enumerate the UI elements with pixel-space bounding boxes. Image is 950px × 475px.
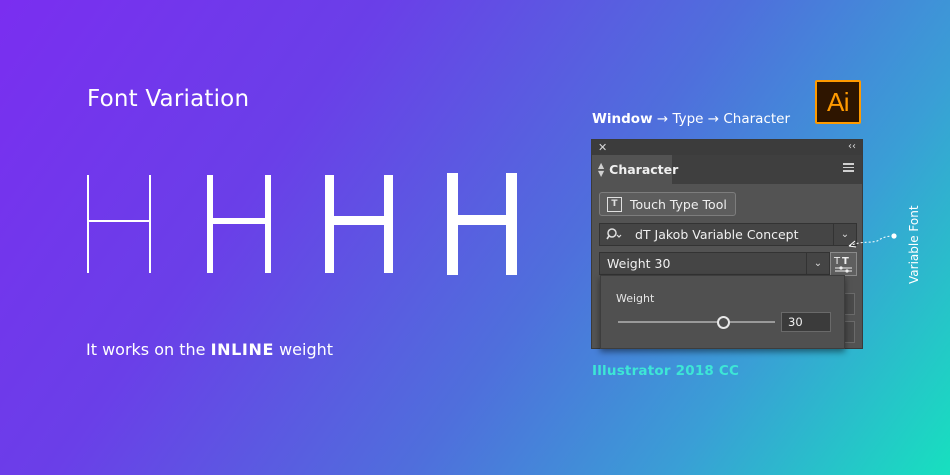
caption: It works on the INLINE weight (86, 340, 333, 359)
caption-suffix: weight (274, 340, 334, 359)
glyph-h-regular (325, 175, 393, 273)
obscured-field-edge (845, 321, 855, 343)
weight-slider-track[interactable] (618, 321, 775, 323)
touch-type-tool-button[interactable]: T Touch Type Tool (599, 192, 736, 216)
caption-prefix: It works on the (86, 340, 211, 359)
variable-font-button[interactable]: T T (830, 252, 857, 276)
glyph-h-thin (87, 175, 151, 273)
variable-font-icon: T T (833, 256, 852, 273)
collapse-icon[interactable]: ‹‹ (848, 141, 856, 152)
panel-tabbar: ▲ ▼ Character (592, 155, 862, 184)
variable-font-label: Variable Font (907, 205, 921, 284)
font-style-value: Weight 30 (607, 256, 671, 271)
character-panel: ✕ ‹‹ ▲ ▼ Character T Touch Type Tool dT J… (591, 139, 863, 349)
breadcrumb-character: Character (723, 111, 791, 127)
search-icon (606, 228, 622, 240)
variable-font-annotation: Variable Font (848, 205, 921, 284)
close-icon[interactable]: ✕ (598, 141, 607, 154)
font-family-field[interactable]: dT Jakob Variable Concept ⌄ (599, 223, 857, 246)
chevron-down-icon[interactable]: ⌄ (833, 224, 856, 245)
caption-emphasis: INLINE (210, 340, 274, 359)
breadcrumb-separator: → (707, 111, 720, 127)
touch-type-label: Touch Type Tool (630, 196, 727, 212)
font-family-value: dT Jakob Variable Concept (635, 227, 799, 242)
font-style-field[interactable]: Weight 30 ⌄ (599, 252, 830, 275)
breadcrumb-separator: → (656, 111, 669, 127)
obscured-field-edge (845, 293, 855, 315)
breadcrumb-type: Type (672, 111, 704, 127)
touch-type-icon: T (607, 196, 622, 212)
illustrator-logo: Ai (815, 80, 861, 124)
expand-arrows-icon[interactable]: ▲ ▼ (598, 161, 604, 178)
glyph-h-bold (447, 173, 517, 275)
tab-character[interactable]: ▲ ▼ Character (592, 155, 678, 184)
weight-slider-thumb[interactable] (716, 316, 730, 329)
tab-label: Character (609, 162, 679, 177)
weight-value-input[interactable]: 30 (781, 312, 831, 332)
glyph-h-light (207, 175, 271, 273)
weight-label: Weight (616, 292, 655, 305)
app-version-label: Illustrator 2018 CC (592, 363, 740, 379)
page-title: Font Variation (87, 86, 250, 112)
menu-breadcrumb: Window → Type → Character (592, 111, 790, 127)
svg-text:T: T (833, 256, 841, 267)
chevron-down-icon[interactable]: ⌄ (806, 253, 829, 274)
svg-text:T: T (842, 256, 849, 267)
panel-titlebar: ✕ ‹‹ (592, 140, 862, 155)
breadcrumb-window: Window (592, 111, 653, 127)
annotation-dot (891, 233, 897, 239)
hamburger-menu-icon[interactable] (843, 163, 854, 174)
variable-weight-popup: Weight 30 (600, 275, 845, 349)
